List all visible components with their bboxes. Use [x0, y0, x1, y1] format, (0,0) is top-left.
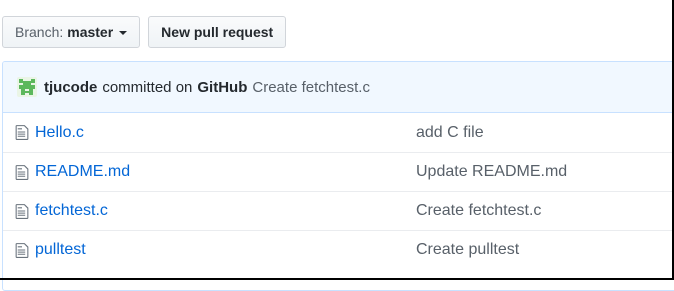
file-commit-message-link[interactable]: Create fetchtest.c — [416, 202, 541, 220]
file-name-link[interactable]: fetchtest.c — [35, 202, 108, 220]
branch-select-button[interactable]: Branch: master — [2, 16, 141, 48]
branch-prefix-label: Branch: — [15, 24, 64, 40]
file-commit-message-link[interactable]: add C file — [416, 124, 484, 142]
file-commit-message-link[interactable]: Create pulltest — [416, 241, 519, 259]
file-row: fetchtest.c Create fetchtest.c — [3, 191, 674, 230]
commit-verb-text: committed on — [102, 78, 193, 96]
file-rows: Hello.c add C file README.md Update README.… — [3, 113, 674, 269]
file-commit-message-link[interactable]: Update README.md — [416, 163, 567, 181]
new-pull-request-button[interactable]: New pull request — [148, 16, 287, 48]
latest-commit-bar: tjucode committed on GitHub Create fetch… — [3, 62, 674, 113]
commit-message-link[interactable]: Create fetchtest.c — [252, 79, 370, 96]
file-icon — [15, 124, 29, 141]
file-row: pulltest Create pulltest — [3, 230, 674, 269]
commit-platform-text: GitHub — [197, 78, 248, 96]
file-icon — [15, 203, 29, 220]
avatar[interactable] — [17, 77, 37, 97]
commit-author-link[interactable]: tjucode — [44, 79, 97, 96]
file-name-link[interactable]: README.md — [35, 163, 130, 181]
file-list-box: tjucode committed on GitHub Create fetch… — [2, 61, 674, 291]
branch-name-label: master — [67, 24, 114, 40]
caret-down-icon — [119, 31, 128, 35]
file-row: README.md Update README.md — [3, 152, 674, 191]
file-name-link[interactable]: Hello.c — [35, 124, 84, 142]
repo-toolbar: Branch: master New pull request — [2, 16, 287, 50]
file-icon — [15, 164, 29, 181]
file-row: Hello.c add C file — [3, 113, 674, 152]
file-icon — [15, 242, 29, 259]
file-name-link[interactable]: pulltest — [35, 241, 86, 259]
